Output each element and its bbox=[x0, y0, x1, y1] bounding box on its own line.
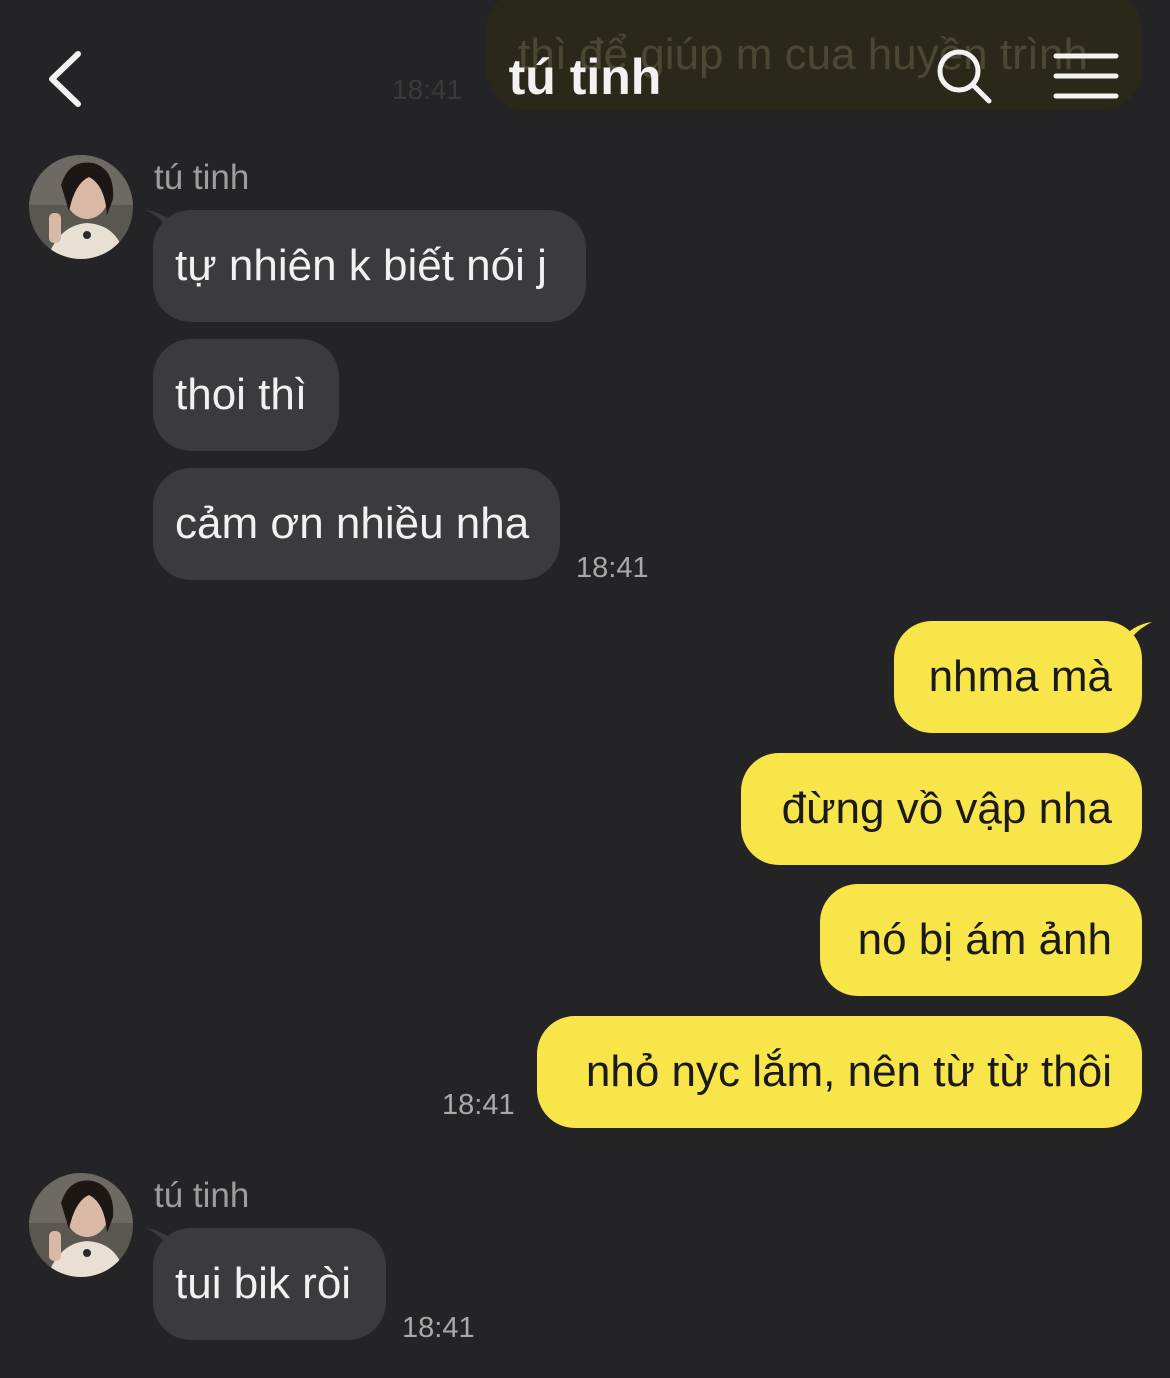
outgoing-message-bubble[interactable]: nhma mà bbox=[894, 621, 1142, 733]
message-timestamp: 18:41 bbox=[576, 552, 649, 584]
incoming-message-bubble[interactable]: tui bik ròi bbox=[153, 1228, 386, 1340]
message-text: nhỏ nyc lắm, nên từ từ thôi bbox=[585, 1047, 1112, 1096]
message-timestamp: 18:41 bbox=[442, 1089, 515, 1121]
sender-name: tú tinh bbox=[154, 158, 250, 197]
contact-avatar[interactable] bbox=[29, 155, 133, 259]
message-text: nhma mà bbox=[928, 652, 1112, 701]
message-text: nó bị ám ảnh bbox=[857, 915, 1112, 964]
hamburger-menu-icon bbox=[1053, 53, 1119, 99]
message-timestamp: 18:41 bbox=[402, 1312, 475, 1344]
message-text: tui bik ròi bbox=[175, 1259, 352, 1308]
incoming-message-bubble[interactable]: tự nhiên k biết nói j bbox=[153, 210, 586, 322]
search-icon bbox=[937, 49, 992, 104]
incoming-message-bubble[interactable]: thoi thì bbox=[153, 339, 339, 451]
incoming-message-bubble[interactable]: cảm ơn nhiều nha bbox=[153, 468, 560, 580]
search-button[interactable] bbox=[932, 44, 996, 108]
menu-button[interactable] bbox=[1052, 48, 1120, 104]
message-text: đừng vồ vập nha bbox=[781, 784, 1112, 833]
sender-name: tú tinh bbox=[154, 1176, 250, 1215]
message-text: cảm ơn nhiều nha bbox=[175, 499, 530, 548]
outgoing-message-bubble[interactable]: nhỏ nyc lắm, nên từ từ thôi bbox=[537, 1016, 1142, 1128]
outgoing-message-bubble[interactable]: nó bị ám ảnh bbox=[820, 884, 1142, 996]
message-text: tự nhiên k biết nói j bbox=[175, 241, 547, 290]
contact-avatar[interactable] bbox=[29, 1173, 133, 1277]
message-text: thoi thì bbox=[175, 370, 308, 419]
outgoing-message-bubble[interactable]: đừng vồ vập nha bbox=[741, 753, 1142, 865]
